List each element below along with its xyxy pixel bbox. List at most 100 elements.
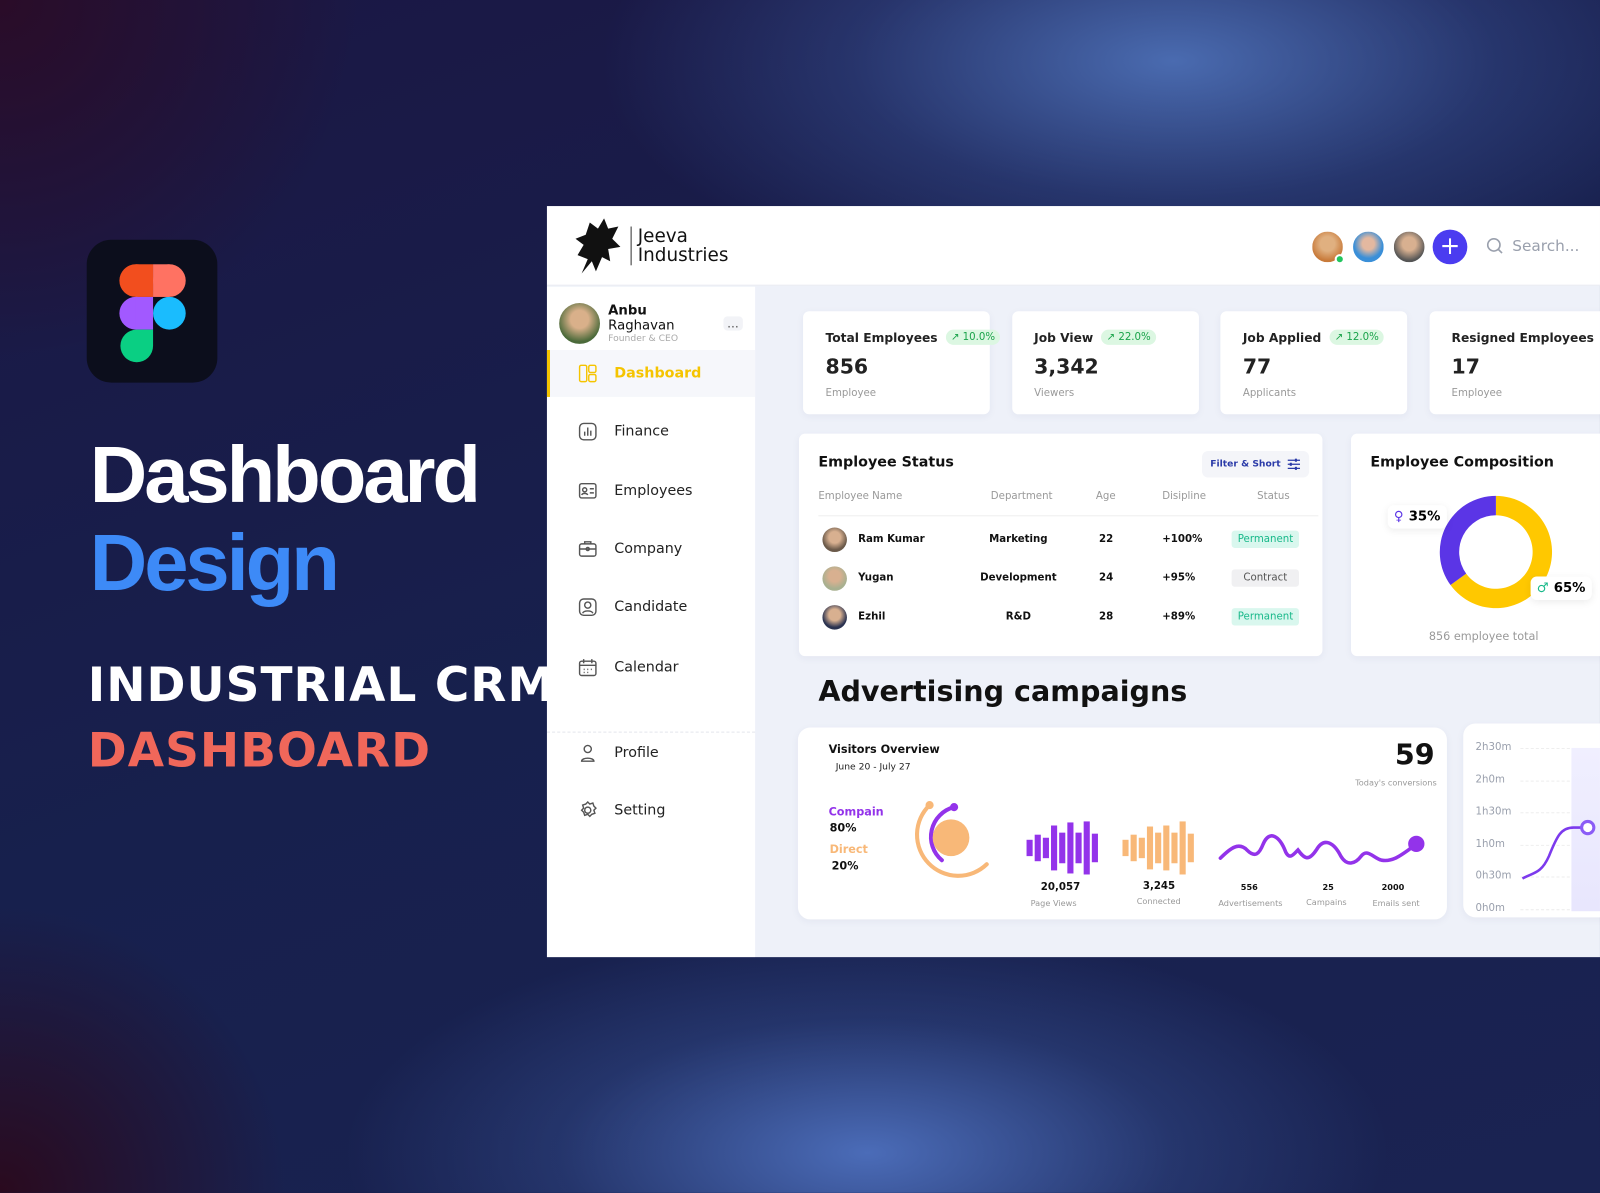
stat-card[interactable]: Job View ↗ 22.0% 3,342 Viewers	[1011, 311, 1199, 415]
y-tick-label: 0h30m	[1475, 870, 1512, 882]
compain-label: Compain	[828, 805, 884, 819]
employee-discipline: +95%	[1162, 572, 1196, 584]
brand-name-2: Industries	[637, 244, 729, 267]
bar	[1067, 822, 1074, 874]
employee-age: 24	[1098, 572, 1114, 584]
search-icon	[1486, 237, 1503, 254]
more-options-button[interactable]: ...	[723, 316, 743, 331]
female-percent: 35%	[1408, 509, 1441, 525]
employee-department: R&D	[1005, 611, 1031, 623]
figma-logo	[86, 239, 218, 383]
stat-value: 3,342	[1034, 354, 1099, 379]
stat-unit: Viewers	[1034, 387, 1075, 399]
avatar[interactable]	[1391, 229, 1427, 265]
stat-card[interactable]: Resigned Employees ↘ 7 17 Employee	[1429, 311, 1600, 415]
top-header: Jeeva Industries + Search...	[546, 206, 1600, 286]
sidebar: Anbu Raghavan Founder & CEO ... Dashboar…	[546, 286, 756, 958]
stat-title: Job Applied	[1242, 330, 1322, 345]
finance-icon	[578, 422, 597, 441]
sidebar-item-profile[interactable]: Profile	[547, 730, 755, 777]
y-tick-label: 0h0m	[1475, 902, 1505, 914]
sidebar-item-label: Company	[614, 540, 683, 558]
employee-status-card: Employee Status Filter & Short Employee …	[798, 433, 1323, 657]
column-header[interactable]: Employee Name	[818, 491, 902, 502]
team-avatars: +	[1310, 229, 1468, 265]
sidebar-item-label: Setting	[614, 802, 666, 819]
avatar[interactable]	[1351, 229, 1386, 265]
sidebar-item-label: Employees	[614, 482, 693, 499]
employee-age: 22	[1098, 533, 1114, 545]
hero-tagline: INDUSTRIAL CRM	[87, 657, 556, 713]
stat-card[interactable]: Job Applied ↗ 12.0% 77 Applicants	[1220, 311, 1408, 415]
card-title: Visitors Overview	[828, 742, 940, 757]
y-tick-label: 2h30m	[1475, 741, 1512, 754]
bar	[1042, 837, 1049, 859]
sidebar-item-candidate[interactable]: Candidate	[547, 584, 755, 631]
table-divider	[818, 515, 1319, 517]
trend-badge: ↗ 22.0%	[1101, 329, 1156, 345]
stat-unit: Applicants	[1242, 387, 1297, 399]
sidebar-item-finance[interactable]: Finance	[547, 408, 755, 455]
stat-title: Total Employees	[825, 330, 938, 345]
calendar-icon	[578, 659, 597, 677]
bar	[1091, 833, 1098, 863]
column-header[interactable]: Department	[991, 491, 1053, 502]
stat-card[interactable]: Total Employees ↗ 10.0% 856 Employee	[803, 311, 1001, 415]
sidebar-item-calendar[interactable]: Calendar	[547, 644, 755, 691]
trend-badge: ↗ 10.0%	[945, 329, 1001, 345]
bar	[1075, 832, 1082, 864]
lion-logo-icon	[575, 218, 621, 274]
time-chart-card: 2h30m 2h0m 1h30m 1h0m 0h30m 0h0m	[1463, 723, 1600, 918]
status-badge: Contract	[1231, 569, 1299, 587]
sidebar-item-label: Profile	[614, 744, 659, 762]
search-input[interactable]: Search...	[1486, 237, 1579, 255]
card-title: Employee Status	[818, 454, 954, 471]
stat-value: 77	[1242, 354, 1272, 379]
sidebar-item-dashboard[interactable]: Dashboard	[546, 349, 756, 397]
y-tick-label: 2h0m	[1475, 773, 1505, 786]
visitors-overview-card: Visitors Overview June 20 - July 27 59 T…	[797, 727, 1447, 920]
profile-icon	[580, 744, 595, 762]
employee-composition-card: Employee Composition ♀ 35% ♂ 65% 856 emplo…	[1351, 433, 1600, 657]
male-label: ♂ 65%	[1530, 576, 1592, 600]
add-member-button[interactable]: +	[1432, 229, 1468, 265]
trend-up-icon: ↗	[950, 331, 960, 343]
filter-sort-button[interactable]: Filter & Short	[1202, 451, 1310, 478]
emails-value: 2000	[1381, 882, 1405, 892]
trend-badge: ↗ 12.0%	[1329, 329, 1384, 345]
user-role: Founder & CEO	[608, 333, 679, 344]
user-last-name: Raghavan	[608, 318, 675, 334]
sidebar-item-company[interactable]: Company	[547, 526, 755, 573]
date-range[interactable]: June 20 - July 27	[836, 762, 911, 772]
column-header[interactable]: Status	[1257, 491, 1290, 502]
page-views-label: Page Views	[1030, 898, 1077, 909]
user-profile[interactable]: Anbu Raghavan Founder & CEO ...	[559, 303, 743, 344]
male-icon: ♂	[1536, 580, 1549, 596]
brand-logo[interactable]: Jeeva Industries	[567, 214, 728, 277]
bar	[1171, 832, 1178, 864]
status-badge: Permanent	[1231, 608, 1299, 626]
column-header[interactable]: Age	[1096, 491, 1116, 502]
main-content: Total Employees ↗ 10.0% 856 Employee Job…	[755, 287, 1600, 957]
emails-label: Emails sent	[1372, 898, 1420, 909]
bar	[1187, 833, 1194, 863]
trend-value: 10.0%	[962, 331, 996, 343]
online-indicator	[1334, 254, 1345, 265]
sidebar-item-setting[interactable]: Setting	[547, 787, 755, 834]
female-icon: ♀	[1393, 509, 1404, 525]
employees-icon	[578, 482, 597, 499]
campains-value: 25	[1322, 882, 1334, 892]
connected-bar-chart	[1122, 821, 1194, 875]
sidebar-item-employees[interactable]: Employees	[547, 467, 755, 514]
section-title: Advertising campaigns	[818, 674, 1188, 709]
trend-value: 12.0%	[1346, 331, 1379, 343]
stat-unit: Employee	[825, 387, 877, 399]
sidebar-item-label: Calendar	[614, 659, 679, 676]
direct-percent: 20%	[831, 859, 859, 873]
campaign-wave-chart	[1218, 834, 1425, 865]
avatar	[822, 605, 847, 630]
divider	[546, 731, 756, 733]
conversions-value: 59	[1394, 737, 1435, 772]
avatar[interactable]	[1310, 229, 1345, 265]
column-header[interactable]: Disipline	[1162, 491, 1206, 502]
